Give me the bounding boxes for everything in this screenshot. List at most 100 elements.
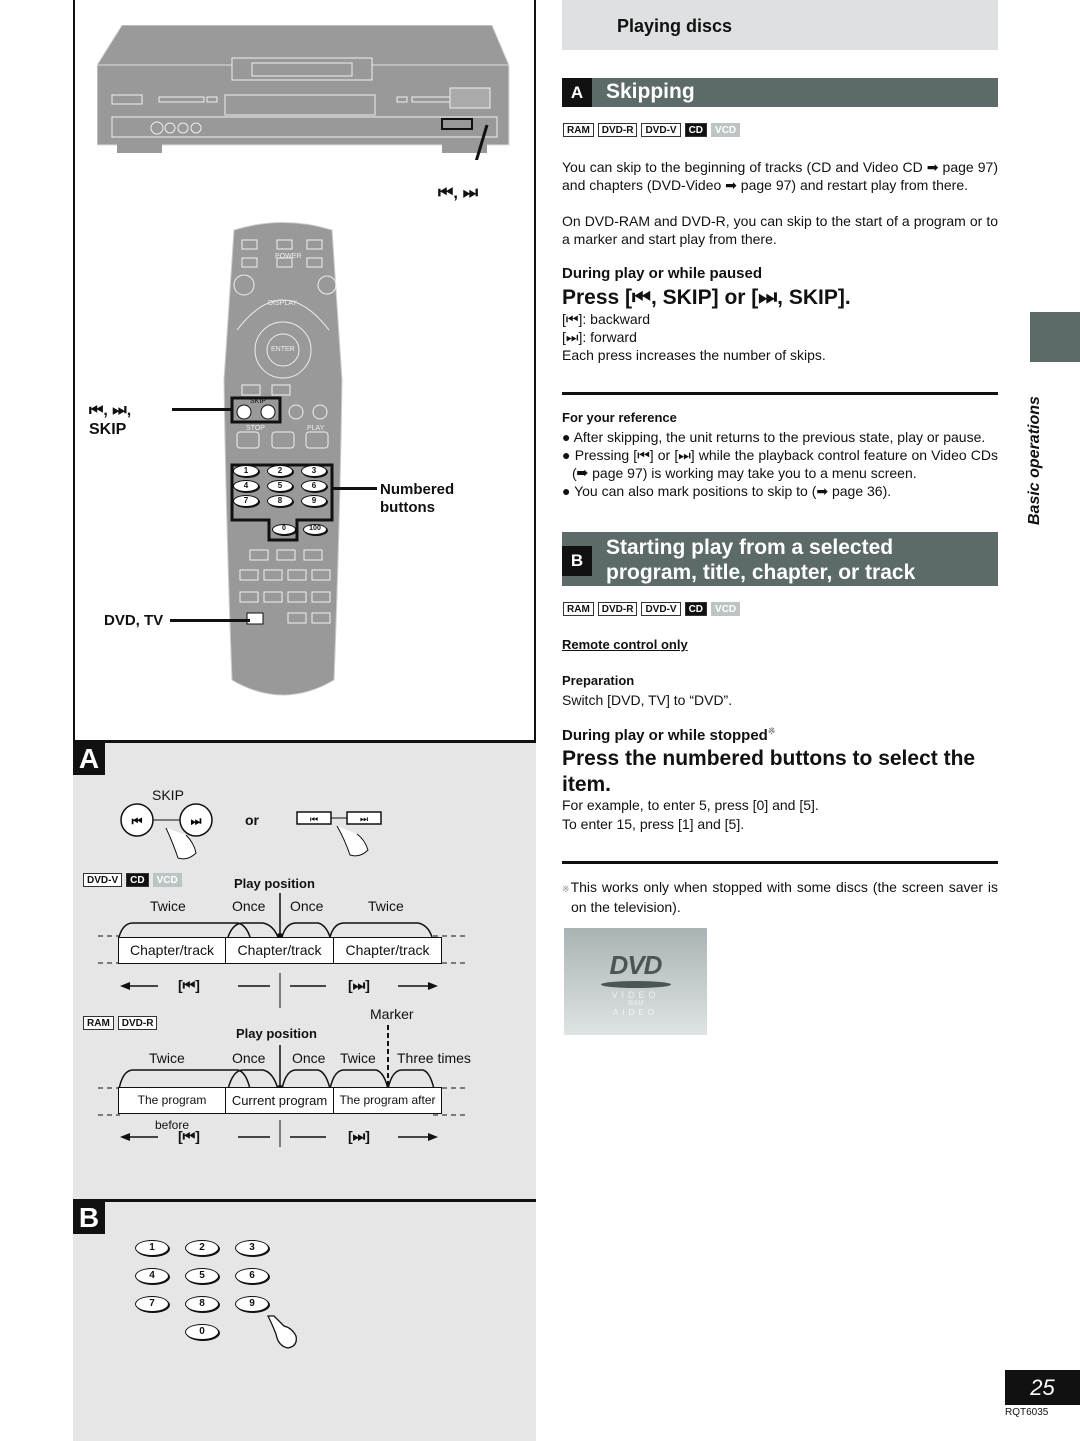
badge-ram: RAM [563,123,594,137]
back-key-label-1: [⏮] [178,977,200,993]
section-a-condition: During play or while paused [562,265,763,282]
remote-enter-label: ENTER [271,346,295,353]
reference-item: ● You can also mark positions to skip to… [562,483,892,499]
diagram-a-letter: A [73,743,105,775]
remote-only-note: Remote control only [562,637,688,652]
reference-item: ● Pressing [⏮] or [⏭] while the playback… [562,447,998,481]
badge-cd: CD [684,123,708,137]
keypad-key-3: 3 [235,1240,269,1256]
segment-box: Current program [226,1087,334,1114]
svg-text:⏮: ⏮ [132,814,143,828]
or-label: or [245,812,259,828]
skip-label: SKIP [152,787,184,803]
chapter-label-text: Basic operations [1026,396,1043,525]
keypad-key-2: 2 [185,1240,219,1256]
back-key-label-2: [⏮] [178,1128,200,1144]
section-header-title: Playing discs [617,16,733,36]
remote-skip-callout: SKIP [89,421,127,438]
legend-key: [⏭]: [562,329,587,345]
section-b-condition: During play or while stopped※ [562,726,775,744]
section-b-badges: RAM DVD-R DVD-V CD VCD [563,602,741,616]
example-2: To enter 15, press [1] and [5]. [562,816,745,832]
badge-vcd: VCD [152,873,182,887]
preparation-title: Preparation [562,673,635,688]
footnote-mark: ※ [767,726,776,736]
divider-line [562,861,998,864]
section-b-title-line-1: Starting play from a selected [606,536,894,559]
chapter-label: Basic operations [1010,380,1060,530]
remote-key-100: 100 [303,524,327,535]
remote-key-3: 3 [301,465,327,477]
numbered-buttons-callout-1: Numbered [380,481,455,498]
dvd-logo: DVD [609,950,663,980]
reference-list: ● After skipping, the unit returns to th… [562,428,998,500]
dvd-recorder-illustration [97,25,510,160]
section-a-intro-1: You can skip to the beginning of tracks … [562,159,998,193]
preparation-text: Switch [DVD, TV] to “DVD”. [562,692,733,708]
keypad-key-5: 5 [185,1268,219,1284]
segment-box: Chapter/track [226,937,334,964]
remote-key-5: 5 [267,480,293,492]
fwd-key-label-1: [⏭] [348,977,370,993]
section-b-instruction: Press the numbered buttons to select the… [562,747,976,796]
remote-key-6: 6 [301,480,327,492]
badge-dvd-v: DVD-V [641,602,681,616]
divider-b [73,1199,536,1202]
badge-cd: CD [126,873,149,887]
diagram-b-letter: B [73,1202,105,1234]
reference-item-text: Pressing [⏮] or [⏭] while the playback c… [572,447,998,481]
remote-skip-symbols-callout: ⏮, ⏭, [89,402,132,419]
pointing-hand-icon [266,1315,297,1349]
segments-row-1: Chapter/track Chapter/track Chapter/trac… [118,937,442,964]
section-b-letter: B [562,546,592,576]
remote-numbered-keys: 1 2 3 4 5 6 7 8 9 [233,465,333,507]
screensaver-image: DVD VIDEO RAM VIDEO [564,928,707,1035]
svg-text:⏮: ⏮ [310,814,318,824]
badge-dvd-v: DVD-V [83,873,123,887]
numbered-callout-line [333,487,377,490]
skip-buttons-illustration: ⏮ ⏭ [120,803,213,860]
divider-a [73,740,536,743]
remote-key-4: 4 [233,480,259,492]
remote-key-1: 1 [233,465,259,477]
remote-key-8: 8 [267,495,293,507]
chapter-tab [1030,312,1080,362]
keypad-key-8: 8 [185,1296,219,1312]
remote-skip-label: SKIP [250,398,266,405]
footnote: ※This works only when stopped with some … [562,878,998,916]
svg-text:⏭: ⏭ [360,814,368,824]
section-a-letter: A [562,78,592,107]
legend-text: forward [590,329,637,345]
segment-box: The program after [334,1087,442,1114]
deck-skip-callout: ⏮, ⏭ [438,183,479,202]
screensaver-video-label: VIDEO [611,990,660,1000]
dvd-tv-callout: DVD, TV [104,612,164,629]
badge-dvd-r: DVD-R [597,602,638,616]
page-number: 25 [1005,1370,1080,1405]
legend-key: [⏮]: [562,311,587,327]
deck-skip-buttons-illustration: ⏮ ⏭ [296,811,382,857]
disc-icon [600,981,671,988]
marker-label: Marker [370,1006,414,1022]
section-b-bar: B Starting play from a selected program,… [562,532,998,586]
remote-key-0: 0 [272,524,296,535]
keypad-key-6: 6 [235,1268,269,1284]
skip-callout-line [172,408,232,411]
legend-forward: [⏭]: forward [562,328,637,346]
section-header: Playing discs [562,0,998,50]
section-a-instruction: Press [⏮, SKIP] or [⏭, SKIP]. [562,286,851,309]
remote-control-illustration [223,222,343,696]
numbered-buttons-callout-2: buttons [380,499,435,516]
keypad-key-0: 0 [185,1324,219,1340]
footnote-text: This works only when stopped with some d… [570,879,999,915]
badge-vcd: VCD [711,123,741,137]
screensaver-ram-label: RAM [627,1000,644,1007]
remote-key-9: 9 [301,495,327,507]
remote-display-label: DISPLAY [268,300,298,307]
keypad-key-4: 4 [135,1268,169,1284]
footnote-mark: ※ [562,884,571,894]
keypad-key-9: 9 [235,1296,269,1312]
badge-cd: CD [684,602,708,616]
reference-item-text: You can also mark positions to skip to (… [574,483,892,499]
diagram-a-badges-1: DVD-V CD VCD [83,873,182,887]
